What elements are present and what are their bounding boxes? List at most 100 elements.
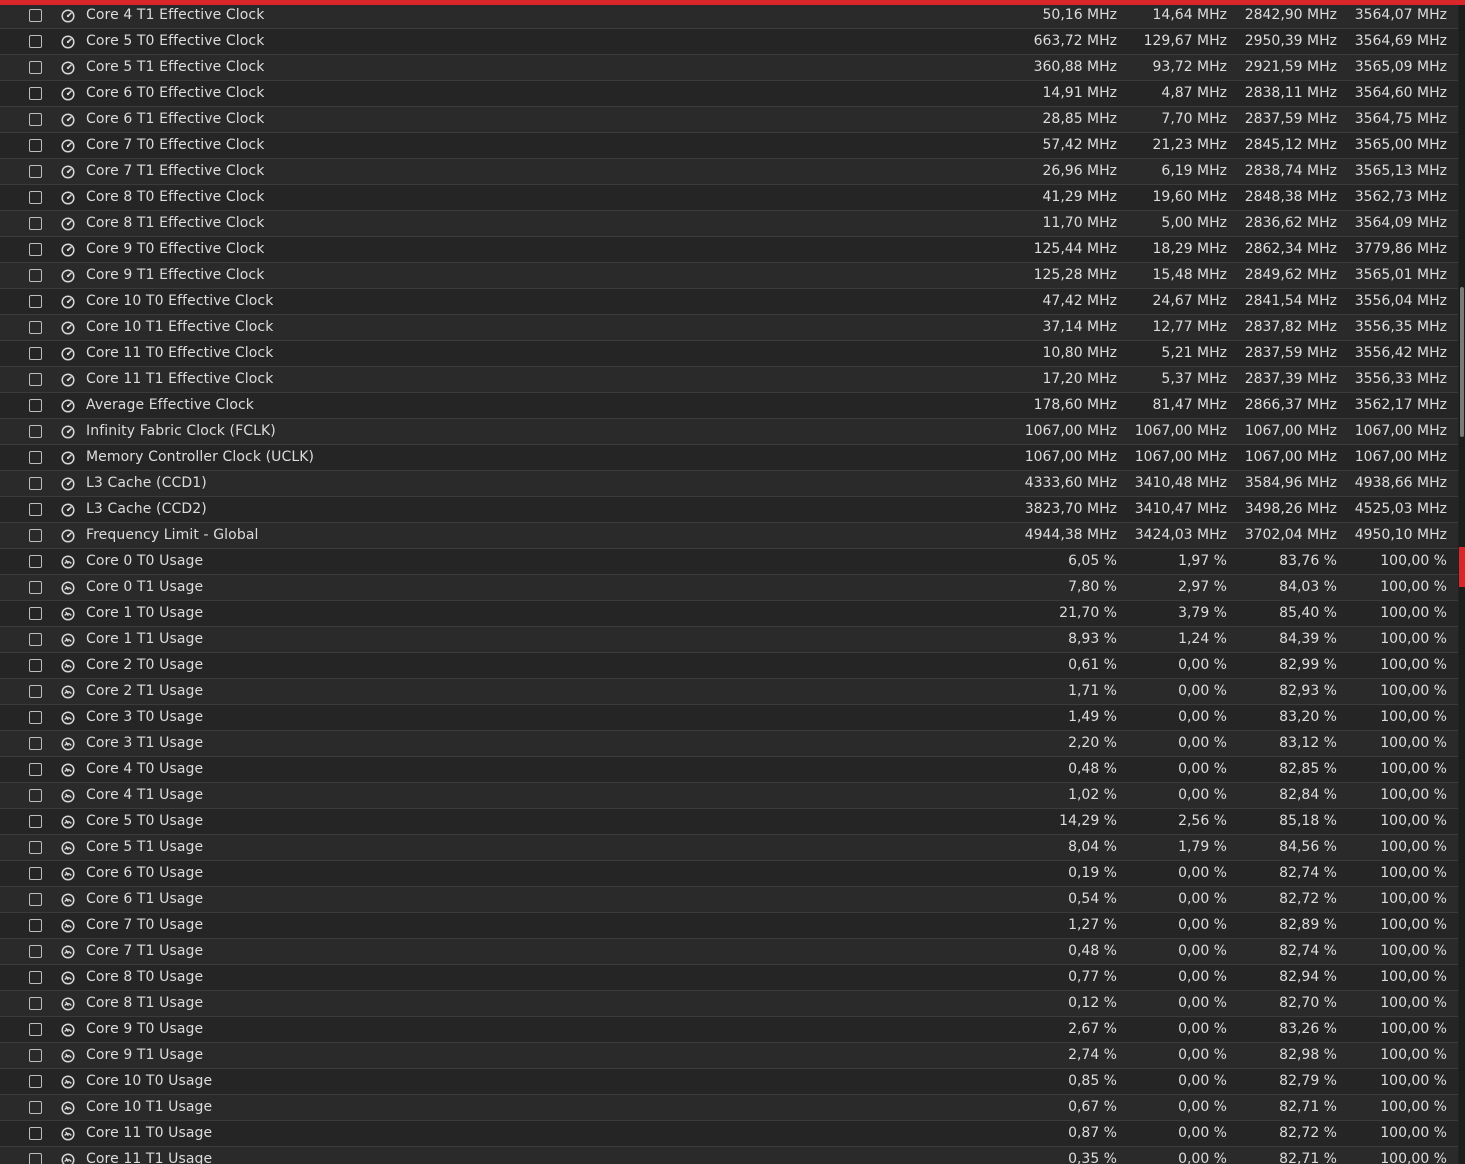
row-checkbox[interactable] xyxy=(29,997,42,1010)
row-checkbox[interactable] xyxy=(29,61,42,74)
row-checkbox[interactable] xyxy=(29,373,42,386)
row-checkbox[interactable] xyxy=(29,165,42,178)
sensor-row[interactable]: Core 10 T0 Effective Clock 47,42 MHz 24,67… xyxy=(0,289,1458,315)
sensor-row[interactable]: Core 4 T1 Usage 1,02 % 0,00 % 82,84 % 100,00… xyxy=(0,783,1458,809)
scrollbar-thumb[interactable] xyxy=(1460,287,1464,437)
sensor-row[interactable]: Core 0 T0 Usage 6,05 % 1,97 % 83,76 % 100,00… xyxy=(0,549,1458,575)
row-checkbox[interactable] xyxy=(29,399,42,412)
row-checkbox[interactable] xyxy=(29,1023,42,1036)
sensor-row[interactable]: Core 5 T0 Usage 14,29 % 2,56 % 85,18 % 100,0… xyxy=(0,809,1458,835)
row-checkbox[interactable] xyxy=(29,295,42,308)
row-checkbox[interactable] xyxy=(29,321,42,334)
sensor-row[interactable]: Core 10 T0 Usage 0,85 % 0,00 % 82,79 % 100,0… xyxy=(0,1069,1458,1095)
sensor-row[interactable]: Core 9 T0 Usage 2,67 % 0,00 % 83,26 % 100,00… xyxy=(0,1017,1458,1043)
row-checkbox[interactable] xyxy=(29,555,42,568)
sensor-row[interactable]: L3 Cache (CCD2) 3823,70 MHz 3410,47 MHz 349… xyxy=(0,497,1458,523)
sensor-row[interactable]: Core 10 T1 Effective Clock 37,14 MHz 12,77… xyxy=(0,315,1458,341)
sensor-row[interactable]: Core 5 T1 Effective Clock 360,88 MHz 93,72… xyxy=(0,55,1458,81)
sensor-row[interactable]: Core 6 T0 Effective Clock 14,91 MHz 4,87 M… xyxy=(0,81,1458,107)
row-checkbox[interactable] xyxy=(29,1127,42,1140)
sensor-row[interactable]: Memory Controller Clock (UCLK) 1067,00 MH… xyxy=(0,445,1458,471)
sensor-value-min: 0,00 % xyxy=(1178,1073,1227,1089)
row-checkbox[interactable] xyxy=(29,633,42,646)
sensor-row[interactable]: Core 4 T0 Usage 0,48 % 0,00 % 82,85 % 100,00… xyxy=(0,757,1458,783)
vertical-scrollbar[interactable] xyxy=(1459,5,1465,1164)
sensor-row[interactable]: Core 8 T0 Effective Clock 41,29 MHz 19,60 … xyxy=(0,185,1458,211)
row-checkbox[interactable] xyxy=(29,789,42,802)
row-checkbox[interactable] xyxy=(29,139,42,152)
sensor-value-max: 82,89 % xyxy=(1279,917,1337,933)
row-checkbox[interactable] xyxy=(29,581,42,594)
row-checkbox[interactable] xyxy=(29,269,42,282)
row-checkbox[interactable] xyxy=(29,841,42,854)
row-checkbox[interactable] xyxy=(29,191,42,204)
row-checkbox[interactable] xyxy=(29,35,42,48)
sensor-row[interactable]: Core 9 T1 Effective Clock 125,28 MHz 15,48… xyxy=(0,263,1458,289)
sensor-row[interactable]: Core 7 T1 Effective Clock 26,96 MHz 6,19 M… xyxy=(0,159,1458,185)
gauge-icon xyxy=(61,295,75,309)
sensor-row[interactable]: Core 8 T0 Usage 0,77 % 0,00 % 82,94 % 100,00… xyxy=(0,965,1458,991)
row-checkbox[interactable] xyxy=(29,919,42,932)
row-checkbox[interactable] xyxy=(29,1101,42,1114)
row-checkbox[interactable] xyxy=(29,763,42,776)
sensor-row[interactable]: Core 11 T1 Usage 0,35 % 0,00 % 82,71 % 100,0… xyxy=(0,1147,1458,1164)
sensor-value-max: 2845,12 MHz xyxy=(1244,137,1337,153)
sensor-row[interactable]: Core 11 T1 Effective Clock 17,20 MHz 5,37 … xyxy=(0,367,1458,393)
sensor-row[interactable]: Core 6 T1 Effective Clock 28,85 MHz 7,70 M… xyxy=(0,107,1458,133)
sensor-row[interactable]: Core 3 T0 Usage 1,49 % 0,00 % 83,20 % 100,00… xyxy=(0,705,1458,731)
row-checkbox[interactable] xyxy=(29,815,42,828)
row-checkbox[interactable] xyxy=(29,1049,42,1062)
row-checkbox[interactable] xyxy=(29,1075,42,1088)
row-checkbox[interactable] xyxy=(29,113,42,126)
sensor-row[interactable]: Core 0 T1 Usage 7,80 % 2,97 % 84,03 % 100,00… xyxy=(0,575,1458,601)
row-checkbox[interactable] xyxy=(29,971,42,984)
sensor-row[interactable]: Core 8 T1 Usage 0,12 % 0,00 % 82,70 % 100,00… xyxy=(0,991,1458,1017)
row-checkbox[interactable] xyxy=(29,217,42,230)
row-checkbox[interactable] xyxy=(29,347,42,360)
sensor-value-avg: 100,00 % xyxy=(1380,1021,1447,1037)
row-checkbox[interactable] xyxy=(29,9,42,22)
sensor-row[interactable]: Core 6 T1 Usage 0,54 % 0,00 % 82,72 % 100,00… xyxy=(0,887,1458,913)
row-checkbox[interactable] xyxy=(29,711,42,724)
usage-meter-icon xyxy=(61,945,75,959)
row-checkbox[interactable] xyxy=(29,607,42,620)
sensor-row[interactable]: L3 Cache (CCD1) 4333,60 MHz 3410,48 MHz 358… xyxy=(0,471,1458,497)
row-checkbox[interactable] xyxy=(29,87,42,100)
sensor-row[interactable]: Core 1 T0 Usage 21,70 % 3,79 % 85,40 % 100,0… xyxy=(0,601,1458,627)
sensor-row[interactable]: Core 7 T1 Usage 0,48 % 0,00 % 82,74 % 100,00… xyxy=(0,939,1458,965)
sensor-row[interactable]: Core 2 T1 Usage 1,71 % 0,00 % 82,93 % 100,00… xyxy=(0,679,1458,705)
row-checkbox[interactable] xyxy=(29,1153,42,1164)
sensor-row[interactable]: Core 5 T1 Usage 8,04 % 1,79 % 84,56 % 100,00… xyxy=(0,835,1458,861)
sensor-row[interactable]: Core 4 T1 Effective Clock 50,16 MHz 14,64 … xyxy=(0,3,1458,29)
row-checkbox[interactable] xyxy=(29,867,42,880)
sensor-row[interactable]: Core 5 T0 Effective Clock 663,72 MHz 129,6… xyxy=(0,29,1458,55)
sensor-row[interactable]: Infinity Fabric Clock (FCLK) 1067,00 MHz 1… xyxy=(0,419,1458,445)
sensor-row[interactable]: Core 9 T1 Usage 2,74 % 0,00 % 82,98 % 100,00… xyxy=(0,1043,1458,1069)
row-checkbox[interactable] xyxy=(29,529,42,542)
sensor-row[interactable]: Core 11 T0 Effective Clock 10,80 MHz 5,21 … xyxy=(0,341,1458,367)
row-checkbox[interactable] xyxy=(29,659,42,672)
sensor-row[interactable]: Core 11 T0 Usage 0,87 % 0,00 % 82,72 % 100,0… xyxy=(0,1121,1458,1147)
sensor-row[interactable]: Core 7 T0 Usage 1,27 % 0,00 % 82,89 % 100,00… xyxy=(0,913,1458,939)
sensor-row[interactable]: Core 7 T0 Effective Clock 57,42 MHz 21,23 … xyxy=(0,133,1458,159)
sensor-row[interactable]: Frequency Limit - Global 4944,38 MHz 3424,… xyxy=(0,523,1458,549)
row-checkbox[interactable] xyxy=(29,243,42,256)
sensor-label: Core 10 T0 Usage xyxy=(86,1073,213,1089)
row-checkbox[interactable] xyxy=(29,503,42,516)
row-checkbox[interactable] xyxy=(29,685,42,698)
row-checkbox[interactable] xyxy=(29,451,42,464)
sensor-row[interactable]: Core 3 T1 Usage 2,20 % 0,00 % 83,12 % 100,00… xyxy=(0,731,1458,757)
row-checkbox[interactable] xyxy=(29,945,42,958)
sensor-row[interactable]: Core 10 T1 Usage 0,67 % 0,00 % 82,71 % 100,0… xyxy=(0,1095,1458,1121)
row-checkbox[interactable] xyxy=(29,425,42,438)
sensor-row[interactable]: Core 2 T0 Usage 0,61 % 0,00 % 82,99 % 100,00… xyxy=(0,653,1458,679)
row-checkbox[interactable] xyxy=(29,477,42,490)
sensor-row[interactable]: Average Effective Clock 178,60 MHz 81,47 M… xyxy=(0,393,1458,419)
sensor-row[interactable]: Core 6 T0 Usage 0,19 % 0,00 % 82,74 % 100,00… xyxy=(0,861,1458,887)
row-checkbox[interactable] xyxy=(29,893,42,906)
sensor-row[interactable]: Core 9 T0 Effective Clock 125,44 MHz 18,29… xyxy=(0,237,1458,263)
row-checkbox[interactable] xyxy=(29,737,42,750)
sensor-row[interactable]: Core 8 T1 Effective Clock 11,70 MHz 5,00 M… xyxy=(0,211,1458,237)
sensor-row[interactable]: Core 1 T1 Usage 8,93 % 1,24 % 84,39 % 100,00… xyxy=(0,627,1458,653)
sensor-label: Core 4 T1 Effective Clock xyxy=(86,7,265,23)
